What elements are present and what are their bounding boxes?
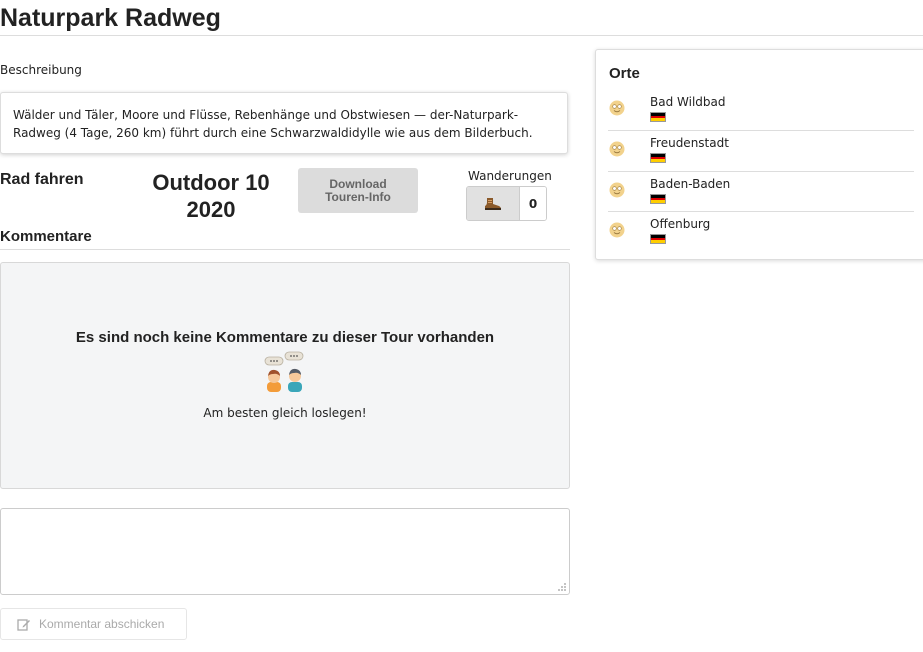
germany-flag-icon <box>650 234 666 244</box>
place-divider <box>608 130 914 131</box>
place-name[interactable]: Bad Wildbad <box>650 95 726 109</box>
hikes-label: Wanderungen <box>468 169 552 183</box>
resize-grip-icon[interactable] <box>557 582 567 592</box>
outdoor-year: 2020 <box>186 197 236 222</box>
place-name[interactable]: Freudenstadt <box>650 136 729 150</box>
download-label-line1: Download <box>329 176 387 191</box>
chatting-people-icon <box>264 351 304 392</box>
outdoor-title: Outdoor 10 <box>152 170 270 195</box>
page-title: Naturpark Radweg <box>0 4 221 32</box>
place-divider <box>608 171 914 172</box>
empty-comments-subtitle: Am besten gleich loslegen! <box>203 406 367 420</box>
outdoor-badge: Outdoor 10 2020 <box>138 169 284 223</box>
place-item[interactable]: Bad Wildbad <box>608 95 914 135</box>
smiley-icon <box>609 100 625 116</box>
place-item[interactable]: Offenburg <box>608 217 914 257</box>
download-label-line2: Touren-Info <box>325 189 391 204</box>
hike-button[interactable] <box>467 187 520 220</box>
place-divider <box>608 211 914 212</box>
description-box: Wälder und Täler, Moore und Flüsse, Rebe… <box>0 92 568 154</box>
empty-comments-panel: Es sind noch keine Kommentare zu dieser … <box>0 262 570 489</box>
germany-flag-icon <box>650 112 666 122</box>
description-label: Beschreibung <box>0 63 82 77</box>
place-name[interactable]: Offenburg <box>650 217 710 231</box>
hikes-counter: 0 <box>466 186 547 221</box>
download-tour-info-button[interactable]: Download Touren-Info <box>298 168 418 213</box>
germany-flag-icon <box>650 153 666 163</box>
hike-count: 0 <box>520 187 546 220</box>
places-heading: Orte <box>609 65 640 82</box>
place-name[interactable]: Baden-Baden <box>650 177 730 191</box>
places-panel: Orte Bad Wildbad Freudenstadt Baden-Bade… <box>595 49 923 260</box>
description-text: Wälder und Täler, Moore und Flüsse, Rebe… <box>13 108 533 140</box>
tour-category: Rad fahren <box>0 171 84 188</box>
hiking-boot-icon <box>485 197 501 210</box>
comments-divider <box>0 249 570 250</box>
submit-comment-label: Kommentar abschicken <box>39 617 165 631</box>
title-divider <box>0 35 923 36</box>
submit-comment-button[interactable]: Kommentar abschicken <box>0 608 187 640</box>
smiley-icon <box>609 182 625 198</box>
place-item[interactable]: Freudenstadt <box>608 136 914 176</box>
smiley-icon <box>609 141 625 157</box>
comment-textarea[interactable] <box>0 508 570 595</box>
empty-comments-title: Es sind noch keine Kommentare zu dieser … <box>75 329 495 346</box>
smiley-icon <box>609 222 625 238</box>
germany-flag-icon <box>650 194 666 204</box>
comments-heading: Kommentare <box>0 228 92 245</box>
edit-icon <box>17 618 30 631</box>
